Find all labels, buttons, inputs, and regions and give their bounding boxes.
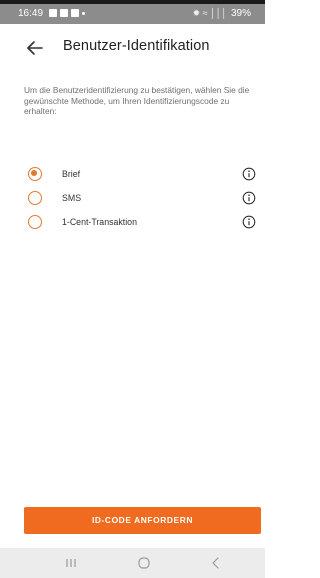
notification-icon (71, 9, 79, 17)
connectivity-icons: ✹ ≈ │││ (192, 8, 227, 18)
arrow-left-icon[interactable] (25, 38, 45, 58)
notification-icon (49, 9, 57, 17)
option-sms[interactable]: SMS (24, 188, 256, 212)
notification-icon (60, 9, 68, 17)
status-indicators: ✹ ≈ │││ 39% (193, 8, 251, 19)
home-icon[interactable] (135, 555, 153, 571)
request-id-code-button[interactable]: ID-CODE ANFORDERN (24, 507, 261, 534)
system-navigation-bar (0, 548, 265, 578)
option-label: 1-Cent-Transaktion (62, 217, 137, 227)
notification-icons (49, 9, 85, 17)
option-brief[interactable]: Brief (24, 164, 256, 188)
screen: 16:49 ✹ ≈ │││ 39% Benutzer-Identifikatio… (0, 0, 265, 578)
info-icon[interactable] (242, 215, 256, 229)
page-title: Benutzer-Identifikation (63, 38, 210, 54)
status-bar: 16:49 ✹ ≈ │││ 39% (0, 4, 265, 24)
option-label: Brief (62, 169, 81, 179)
radio-button[interactable] (28, 215, 42, 229)
app-header: Benutzer-Identifikation (0, 24, 265, 72)
more-notifications-icon (82, 12, 85, 15)
option-label: SMS (62, 193, 82, 203)
info-icon[interactable] (242, 167, 256, 181)
battery-level: 39% (230, 8, 251, 19)
option-1-cent-transaktion[interactable]: 1-Cent-Transaktion (24, 212, 256, 236)
recent-apps-icon[interactable] (62, 555, 80, 571)
back-icon[interactable] (207, 555, 225, 571)
status-time: 16:49 (18, 8, 44, 19)
radio-button-selected[interactable] (28, 167, 42, 181)
instruction-text: Um die Benutzeridentifizierung zu bestät… (24, 85, 250, 117)
info-icon[interactable] (242, 191, 256, 205)
radio-button[interactable] (28, 191, 42, 205)
